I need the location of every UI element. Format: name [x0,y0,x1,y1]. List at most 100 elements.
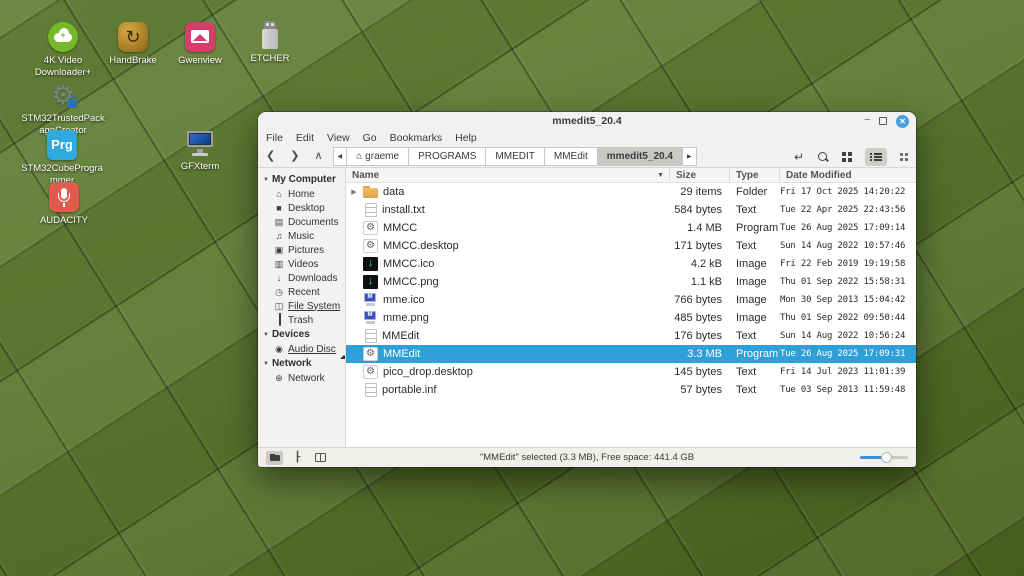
4k-video-downloader-icon: + [48,22,78,52]
search-icon[interactable] [817,151,829,163]
menu-bookmarks[interactable]: Bookmarks [390,132,443,144]
forward-button[interactable]: ❯ [290,151,299,162]
gear-lock-icon: ⚙ [48,80,78,110]
up-button[interactable]: ∧ [314,151,322,162]
compact-view-icon[interactable] [900,153,903,156]
sidebar-item-trash[interactable]: Trash [258,313,345,327]
menu-edit[interactable]: Edit [296,132,314,144]
music-note-icon: ♫ [274,232,284,241]
home-icon: ⌂ [356,152,362,162]
executable-gear-icon: ⚙ [363,365,378,379]
executable-gear-icon: ⚙ [363,221,378,235]
file-list-pane: Name▼ Size Type Date Modified ▶data 29 i… [346,168,916,447]
menu-file[interactable]: File [266,132,283,144]
menu-view[interactable]: View [327,132,350,144]
breadcrumb-current[interactable]: mmedit5_20.4 [597,147,682,166]
status-bar: "MMEdit" selected (3.3 MB), Free space: … [258,447,916,467]
file-row[interactable]: ↓MMCC.ico 4.2 kBImageFri 22 Feb 2019 19:… [346,255,916,273]
breadcrumb-programs[interactable]: PROGRAMS [408,147,485,166]
desktop-icon-etcher[interactable]: ETCHER [227,20,313,65]
sidebar-item-audio-disc[interactable]: ◉Audio Disc [258,342,345,356]
breadcrumb-scroll-right-icon[interactable]: ▶ [682,147,697,166]
file-rows: ▶data 29 itemsFolderFri 17 Oct 2025 14:2… [346,183,916,447]
titlebar[interactable]: mmedit5_20.4 – ✕ [258,112,916,130]
microphone-icon [49,182,79,212]
icon-view-icon[interactable] [842,152,846,156]
menu-help[interactable]: Help [455,132,477,144]
desktop-icon-audacity[interactable]: AUDACITY [21,182,107,227]
breadcrumb-home[interactable]: ⌂graeme [346,147,408,166]
desktop-icon-label: AUDACITY [40,215,88,227]
file-row[interactable]: ↓MMCC.png 1.1 kBImageThu 01 Sep 2022 15:… [346,273,916,291]
file-row[interactable]: ⚙MMCC.desktop 171 bytesTextSun 14 Aug 20… [346,237,916,255]
breadcrumb-mmedit[interactable]: MMEdit [544,147,597,166]
detailed-list-view-button[interactable] [865,148,887,166]
desktop-icon-stm32cubeprogrammer[interactable]: Prg STM32CubeProgrammer [19,130,105,187]
video-icon: ▥ [274,260,284,269]
zoom-slider[interactable] [860,456,908,459]
drive-icon: ◫ [274,302,284,311]
executable-gear-icon: ⚙ [363,347,378,361]
gwenview-icon [185,22,215,52]
sidebar-item-home[interactable]: ⌂Home [258,187,345,201]
file-row[interactable]: install.txt 584 bytesTextTue 22 Apr 2025… [346,201,916,219]
menu-go[interactable]: Go [363,132,377,144]
sidebar-section-devices[interactable]: ▼Devices [258,327,345,342]
folder-icon [363,185,378,199]
disc-icon: ◉ [274,345,284,354]
camera-icon: ▣ [274,246,284,255]
sidebar-item-documents[interactable]: ▤Documents [258,215,345,229]
file-row[interactable]: MMEdit 176 bytesTextSun 14 Aug 2022 10:5… [346,327,916,345]
desktop-icon-gfxterm[interactable]: GFXterm [157,128,243,173]
column-header-type[interactable]: Type [730,168,780,182]
sidebar-item-pictures[interactable]: ▣Pictures [258,243,345,257]
breadcrumb: ◀ ⌂graeme PROGRAMS MMEDIT MMEdit mmedit5… [333,147,697,166]
list-header: Name▼ Size Type Date Modified [346,168,916,183]
file-row[interactable]: Mmme.ico 766 bytesImageMon 30 Sep 2013 1… [346,291,916,309]
file-row[interactable]: portable.inf 57 bytesTextTue 03 Sep 2013… [346,381,916,399]
sidebar-item-network[interactable]: ⊕Network [258,371,345,385]
monitor-icon [185,128,215,158]
column-header-date-modified[interactable]: Date Modified [780,168,916,182]
breadcrumb-mmedit-upper[interactable]: MMEDIT [485,147,543,166]
edit-path-icon[interactable]: ↵ [794,150,804,164]
zoom-slider-handle[interactable] [881,452,892,463]
minimize-button[interactable]: – [864,115,870,125]
mme-monitor-icon: M [363,293,378,307]
menubar: File Edit View Go Bookmarks Help [258,130,916,146]
sidebar-item-desktop[interactable]: ■Desktop [258,201,345,215]
desktop-icon-label: ETCHER [250,53,289,65]
file-row-selected[interactable]: ⚙MMEdit 3.3 MBProgramTue 26 Aug 2025 17:… [346,345,916,363]
sidebar-section-my-computer[interactable]: ▼My Computer [258,172,345,187]
prg-icon: Prg [47,130,77,160]
file-row[interactable]: Mmme.png 485 bytesImageThu 01 Sep 2022 0… [346,309,916,327]
sort-arrow-icon: ▼ [657,172,664,179]
sidebar-item-recent[interactable]: ◷Recent [258,285,345,299]
column-header-name[interactable]: Name▼ [346,168,670,182]
close-button[interactable]: ✕ [896,115,909,128]
file-row[interactable]: ▶data 29 itemsFolderFri 17 Oct 2025 14:2… [346,183,916,201]
home-icon: ⌂ [274,190,284,199]
sidebar: ▼My Computer ⌂Home ■Desktop ▤Documents ♫… [258,168,346,447]
sidebar-item-downloads[interactable]: ↓Downloads [258,271,345,285]
sidebar-section-network[interactable]: ▼Network [258,356,345,371]
sidebar-item-videos[interactable]: ▥Videos [258,257,345,271]
collapse-caret-icon: ▼ [263,361,269,367]
file-row[interactable]: ⚙pico_drop.desktop 145 bytesTextFri 14 J… [346,363,916,381]
collapse-caret-icon: ▼ [263,332,269,338]
file-row[interactable]: ⚙MMCC 1.4 MBProgramTue 26 Aug 2025 17:09… [346,219,916,237]
mmcc-image-icon: ↓ [363,275,378,289]
back-button[interactable]: ❮ [266,151,275,162]
desktop-icon-stm32trustedpackagecreator[interactable]: ⚙ STM32TrustedPackageCreator [20,80,106,137]
maximize-button[interactable] [879,117,887,125]
text-file-icon [365,203,377,217]
sidebar-item-file-system[interactable]: ◫File System [258,299,345,313]
column-header-size[interactable]: Size [670,168,730,182]
status-text: "MMEdit" selected (3.3 MB), Free space: … [258,452,916,463]
trash-icon [274,316,284,325]
toolbar: ❮ ❯ ∧ ◀ ⌂graeme PROGRAMS MMEDIT MMEdit m… [258,146,916,168]
breadcrumb-scroll-left-icon[interactable]: ◀ [333,147,347,166]
expander-icon[interactable]: ▶ [350,188,358,196]
list-view-icon [870,152,882,162]
sidebar-item-music[interactable]: ♫Music [258,229,345,243]
